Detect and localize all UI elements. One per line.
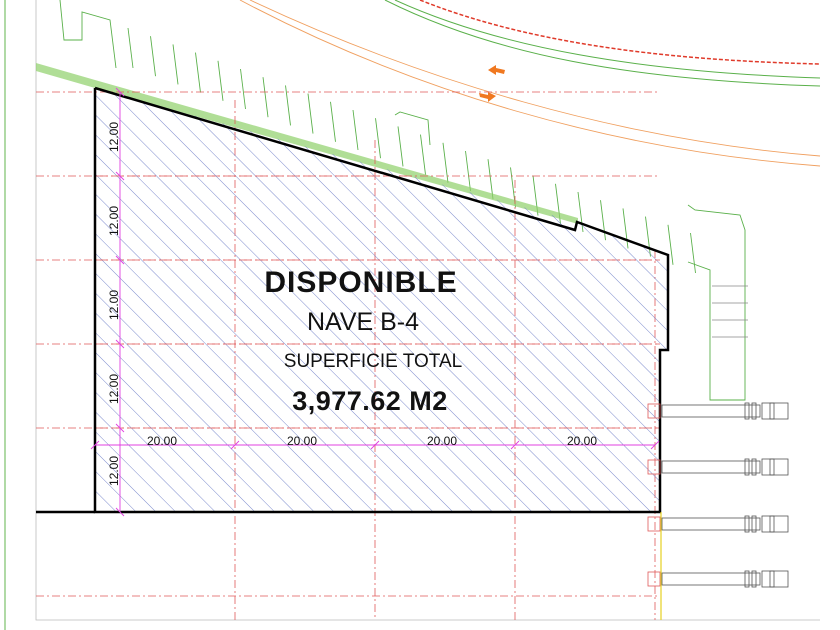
area-value: 3,977.62 M2	[292, 386, 448, 416]
dim-v-1: 12.00	[107, 122, 121, 152]
dim-v-2: 12.00	[107, 206, 121, 236]
parking-stall-line	[195, 52, 201, 93]
parking-stall-line	[172, 44, 179, 85]
parking-stall-line	[127, 27, 134, 69]
building-name: NAVE B-4	[307, 308, 419, 336]
parking-stall-line	[262, 77, 269, 118]
parking-stall-line	[217, 60, 224, 101]
dim-v-3: 12.00	[107, 290, 121, 320]
parking-stall-line	[690, 232, 696, 274]
truck-icon	[661, 570, 789, 588]
status-label: DISPONIBLE	[264, 266, 457, 299]
dim-h-4: 20.00	[567, 434, 597, 448]
dim-h-1: 20.00	[147, 434, 177, 448]
dim-v-5: 12.00	[107, 456, 121, 486]
parking-stalls-right	[712, 285, 748, 338]
parking-stall-line	[307, 93, 314, 134]
floor-plan: 12.00 12.00 12.00 12.00 12.00 20.00 20.0…	[4, 0, 821, 630]
parking-stall-line	[330, 101, 336, 142]
parking-stall-line	[420, 134, 426, 175]
parking-stall-line	[352, 109, 359, 151]
parking-stall-line	[442, 142, 449, 183]
parking-stall-line	[150, 36, 156, 77]
building-footprint	[36, 86, 670, 514]
dim-h-2: 20.00	[287, 434, 317, 448]
parking-stall-line	[240, 68, 246, 110]
truck-icon	[661, 458, 789, 476]
parking-stall-line	[285, 85, 291, 126]
area-label: SUPERFICIE TOTAL	[284, 351, 462, 372]
parking-stall-line	[465, 150, 471, 192]
arrow-left-icon	[488, 65, 505, 75]
loading-docks	[647, 402, 789, 620]
parking-stall-line	[397, 126, 404, 167]
road-curves	[239, 0, 821, 167]
dim-v-4: 12.00	[107, 374, 121, 404]
parking-stall-line	[375, 118, 381, 159]
truck-icon	[661, 515, 789, 533]
truck-icon	[661, 402, 789, 420]
dim-h-3: 20.00	[427, 434, 457, 448]
